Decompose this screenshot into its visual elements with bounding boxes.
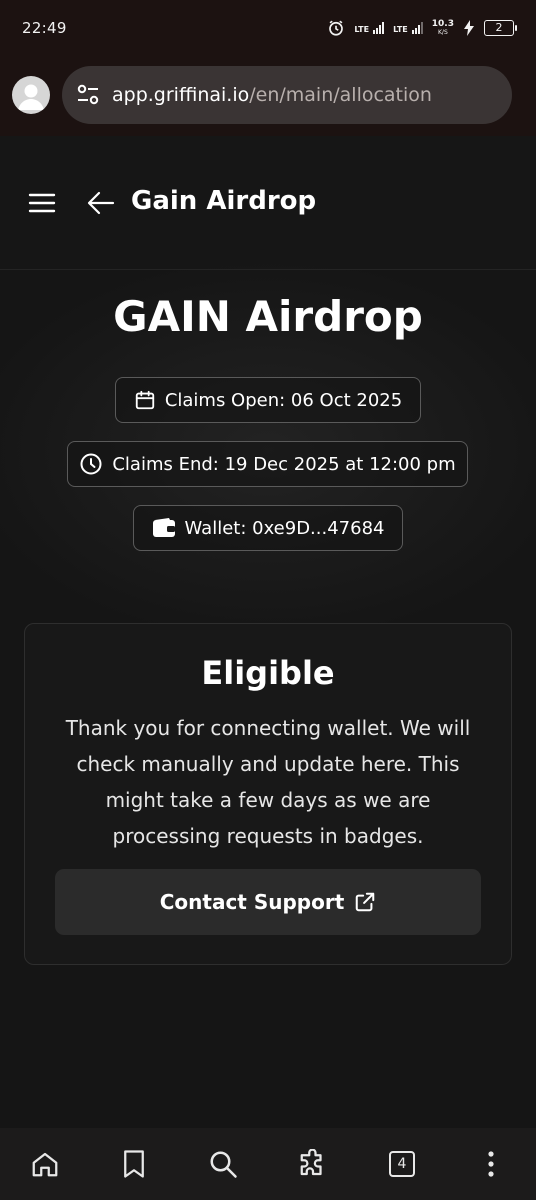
claims-open-badge: Claims Open: 06 Oct 2025 xyxy=(115,377,421,423)
search-icon[interactable] xyxy=(203,1144,243,1184)
url-text[interactable]: app.griffinai.io/en/main/allocation xyxy=(112,84,432,106)
clock-icon xyxy=(79,452,103,476)
eligibility-status: Eligible xyxy=(201,654,335,692)
address-bar[interactable]: app.griffinai.io/en/main/allocation xyxy=(62,66,512,124)
extensions-icon[interactable] xyxy=(293,1144,333,1184)
alarm-icon xyxy=(327,19,345,37)
network-type-label: LTE xyxy=(393,25,408,34)
wallet-address-text: Wallet: 0xe9D...47684 xyxy=(184,517,385,539)
calendar-icon xyxy=(134,389,156,411)
browser-bottom-nav: 4 xyxy=(0,1128,536,1200)
eligibility-message: Thank you for connecting wallet. We will… xyxy=(65,716,471,848)
claims-end-badge: Claims End: 19 Dec 2025 at 12:00 pm xyxy=(67,441,468,487)
signal-icon: LTE xyxy=(393,22,423,34)
page: 22:49 LTE LTE 10.3 K/S 2 app.griffinai.i… xyxy=(0,0,536,1200)
back-arrow-icon[interactable] xyxy=(86,190,116,216)
external-link-icon xyxy=(354,891,376,913)
network-speed-value: 10.3 xyxy=(431,19,454,29)
network-type-label: LTE xyxy=(354,25,370,34)
eligibility-card: Eligible Thank you for connecting wallet… xyxy=(24,623,512,965)
more-icon[interactable] xyxy=(471,1144,511,1184)
network-speed: 10.3 K/S xyxy=(431,19,454,37)
tabs-icon[interactable]: 4 xyxy=(382,1144,422,1184)
page-header-title: Gain Airdrop xyxy=(131,186,317,216)
airdrop-title: GAIN Airdrop xyxy=(113,292,423,341)
battery-icon: 2 xyxy=(484,20,517,36)
wallet-icon xyxy=(152,517,176,539)
tab-count: 4 xyxy=(388,1151,415,1177)
network-speed-unit: K/S xyxy=(438,29,448,36)
wallet-badge: Wallet: 0xe9D...47684 xyxy=(133,505,403,551)
charging-icon xyxy=(463,20,475,36)
claims-open-text: Claims Open: 06 Oct 2025 xyxy=(164,389,403,411)
url-path: /en/main/allocation xyxy=(249,84,432,106)
contact-support-label: Contact Support xyxy=(159,890,345,914)
menu-icon[interactable] xyxy=(27,191,57,215)
browser-toolbar: app.griffinai.io/en/main/allocation xyxy=(0,56,536,136)
url-host: app.griffinai.io xyxy=(112,84,250,106)
contact-support-button[interactable]: Contact Support xyxy=(55,869,481,935)
signal-icon: LTE xyxy=(354,22,385,34)
status-bar: 22:49 LTE LTE 10.3 K/S 2 xyxy=(0,0,536,56)
status-icons: LTE LTE 10.3 K/S 2 xyxy=(327,19,517,37)
home-icon[interactable] xyxy=(25,1144,65,1184)
claims-end-text: Claims End: 19 Dec 2025 at 12:00 pm xyxy=(112,453,456,475)
bookmark-icon[interactable] xyxy=(114,1144,154,1184)
status-time: 22:49 xyxy=(22,19,67,37)
site-settings-icon[interactable] xyxy=(76,84,100,106)
avatar-icon[interactable] xyxy=(12,76,50,114)
